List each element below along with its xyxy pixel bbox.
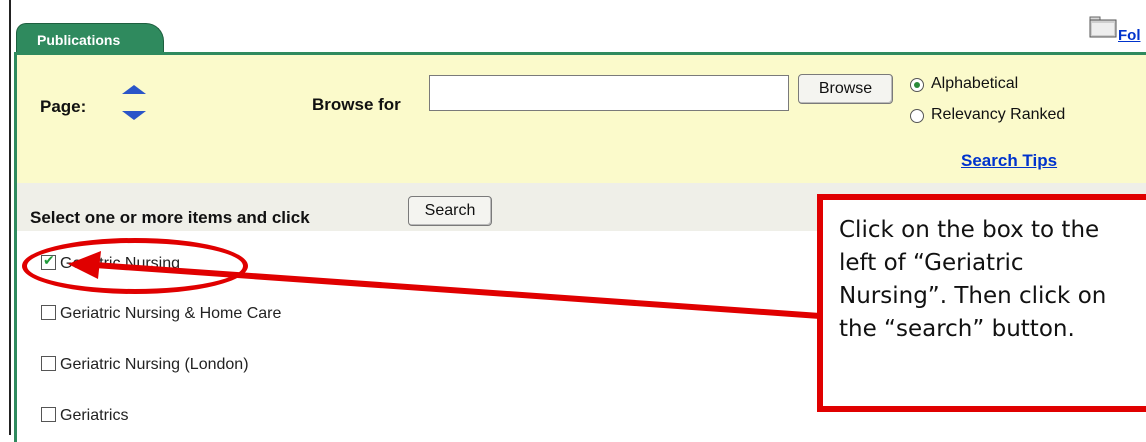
arrow-line xyxy=(94,262,821,319)
callout-text: Click on the box to the left of “Geriatr… xyxy=(839,217,1107,342)
instruction-callout: Click on the box to the left of “Geriatr… xyxy=(817,194,1146,412)
arrow-head-icon xyxy=(68,251,101,279)
